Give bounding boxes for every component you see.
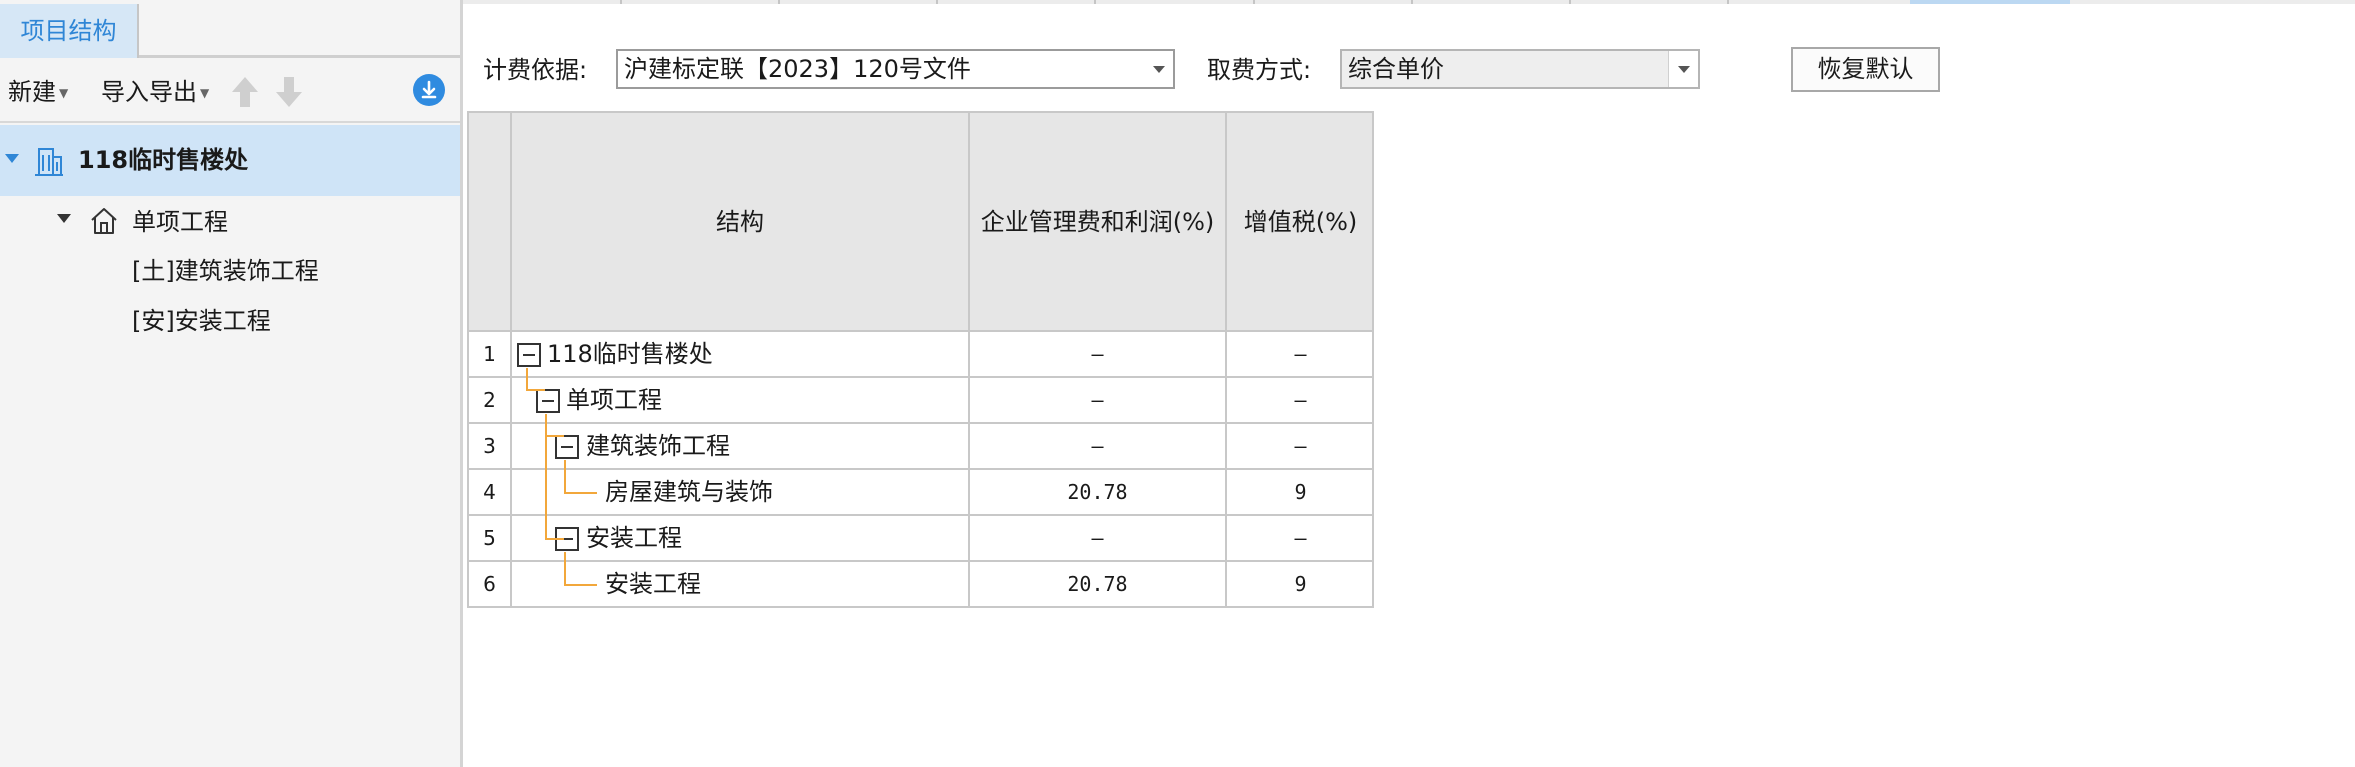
tree-node-root[interactable]: 118临时售楼处 — [0, 125, 460, 196]
mgmt-profit-cell[interactable]: 20.78 — [968, 470, 1225, 514]
structure-cell[interactable]: 建筑装饰工程 — [510, 424, 968, 468]
panel-toolbar: 新建 ▼ 导入导出 ▼ — [0, 61, 460, 123]
table-row[interactable]: 2 单项工程 — — — [467, 378, 1374, 424]
import-export-label: 导入导出 — [101, 78, 197, 106]
structure-name: 单项工程 — [566, 386, 662, 414]
panel-tabbar: 项目结构 — [0, 0, 460, 58]
home-icon — [91, 208, 117, 234]
collapse-box-icon[interactable] — [536, 389, 560, 413]
strip-divider — [1411, 0, 1413, 4]
strip-divider — [1253, 0, 1255, 4]
method-value: 综合单价 — [1348, 55, 1444, 83]
table-row[interactable]: 4 房屋建筑与装饰 20.78 9 — [467, 470, 1374, 516]
strip-divider — [778, 0, 780, 4]
mgmt-profit-cell[interactable]: 20.78 — [968, 562, 1225, 606]
table-row[interactable]: 6 安装工程 20.78 9 — [467, 562, 1374, 608]
mgmt-profit-cell[interactable]: — — [968, 516, 1225, 560]
method-label: 取费方式: — [1207, 56, 1312, 84]
grid-header: 结构 企业管理费和利润(%) 增值税(%) — [467, 111, 1374, 332]
caret-down-icon: ▼ — [200, 86, 210, 100]
structure-cell[interactable]: 单项工程 — [510, 378, 968, 422]
caret-down-icon: ▼ — [59, 86, 69, 100]
row-number: 1 — [469, 332, 510, 376]
col-header-structure[interactable]: 结构 — [510, 113, 968, 332]
collapse-box-icon[interactable] — [517, 343, 541, 367]
arrow-down-icon — [276, 77, 302, 107]
new-button[interactable]: 新建 ▼ — [8, 77, 68, 108]
col-header-mgmt-profit[interactable]: 企业管理费和利润(%) — [968, 113, 1225, 332]
tree-root-label: 118临时售楼处 — [78, 146, 249, 174]
strip-divider — [620, 0, 622, 4]
structure-cell[interactable]: 118临时售楼处 — [510, 332, 968, 376]
download-icon — [421, 80, 437, 99]
restore-default-button[interactable]: 恢复默认 — [1791, 47, 1940, 92]
table-row[interactable]: 3 建筑装饰工程 — — — [467, 424, 1374, 470]
vat-cell[interactable]: 9 — [1225, 562, 1374, 606]
table-row[interactable]: 1 118临时售楼处 — — — [467, 332, 1374, 378]
row-number: 2 — [469, 378, 510, 422]
active-top-tab[interactable] — [1910, 0, 2070, 4]
table-row[interactable]: 5 安装工程 — — — [467, 516, 1374, 562]
basis-select[interactable]: 沪建标定联【2023】120号文件 — [616, 49, 1175, 89]
row-number: 5 — [469, 516, 510, 560]
arrow-up-icon — [232, 77, 258, 107]
vat-cell[interactable]: — — [1225, 424, 1374, 468]
vat-cell[interactable]: — — [1225, 516, 1374, 560]
structure-name: 房屋建筑与装饰 — [605, 478, 773, 506]
tab-project-structure[interactable]: 项目结构 — [0, 4, 139, 58]
row-number: 3 — [469, 424, 510, 468]
structure-cell[interactable]: 安装工程 — [510, 562, 968, 606]
mgmt-profit-cell[interactable]: — — [968, 332, 1225, 376]
new-button-label: 新建 — [8, 78, 56, 106]
vat-cell[interactable]: 9 — [1225, 470, 1374, 514]
structure-cell[interactable]: 安装工程 — [510, 516, 968, 560]
row-number: 4 — [469, 470, 510, 514]
tree-architecture-label: [土]建筑装饰工程 — [132, 257, 319, 285]
strip-divider — [1727, 0, 1729, 4]
basis-value: 沪建标定联【2023】120号文件 — [624, 55, 971, 83]
tree-single-label: 单项工程 — [132, 208, 228, 236]
structure-cell[interactable]: 房屋建筑与装饰 — [510, 470, 968, 514]
move-down-button[interactable] — [274, 75, 304, 109]
expand-triangle-icon[interactable] — [5, 154, 19, 164]
structure-name: 118临时售楼处 — [547, 340, 713, 368]
structure-name: 建筑装饰工程 — [586, 432, 730, 460]
fee-grid: 结构 企业管理费和利润(%) 增值税(%) 1 118临时售楼处 — — 2 单… — [467, 111, 1374, 608]
tree-node-installation[interactable]: [安]安装工程 — [0, 301, 460, 343]
row-number: 6 — [469, 562, 510, 606]
basis-label: 计费依据: — [483, 56, 588, 84]
mgmt-profit-cell[interactable]: — — [968, 424, 1225, 468]
building-icon — [35, 148, 63, 176]
mgmt-profit-cell[interactable]: — — [968, 378, 1225, 422]
tree-installation-label: [安]安装工程 — [132, 307, 271, 335]
left-panel: 项目结构 新建 ▼ 导入导出 ▼ 118临时售楼处 单项工程 [土]建筑装饰工程… — [0, 0, 463, 767]
vat-cell[interactable]: — — [1225, 332, 1374, 376]
vat-cell[interactable]: — — [1225, 378, 1374, 422]
move-up-button[interactable] — [230, 75, 260, 109]
strip-divider — [1094, 0, 1096, 4]
method-select[interactable]: 综合单价 — [1340, 49, 1700, 89]
tree-node-architecture[interactable]: [土]建筑装饰工程 — [0, 251, 460, 293]
structure-name: 安装工程 — [605, 570, 701, 598]
tree-node-single[interactable]: 单项工程 — [0, 201, 460, 243]
structure-name: 安装工程 — [586, 524, 682, 552]
import-export-button[interactable]: 导入导出 ▼ — [101, 77, 209, 108]
top-tab-strip — [463, 0, 2355, 4]
expand-triangle-icon[interactable] — [57, 214, 71, 224]
col-header-vat[interactable]: 增值税(%) — [1225, 113, 1374, 332]
dropdown-arrow-icon — [1678, 66, 1690, 73]
dropdown-arrow-icon — [1153, 66, 1165, 73]
collapse-box-icon[interactable] — [555, 527, 579, 551]
download-button[interactable] — [413, 74, 445, 106]
strip-divider — [1569, 0, 1571, 4]
collapse-box-icon[interactable] — [555, 435, 579, 459]
strip-divider — [936, 0, 938, 4]
